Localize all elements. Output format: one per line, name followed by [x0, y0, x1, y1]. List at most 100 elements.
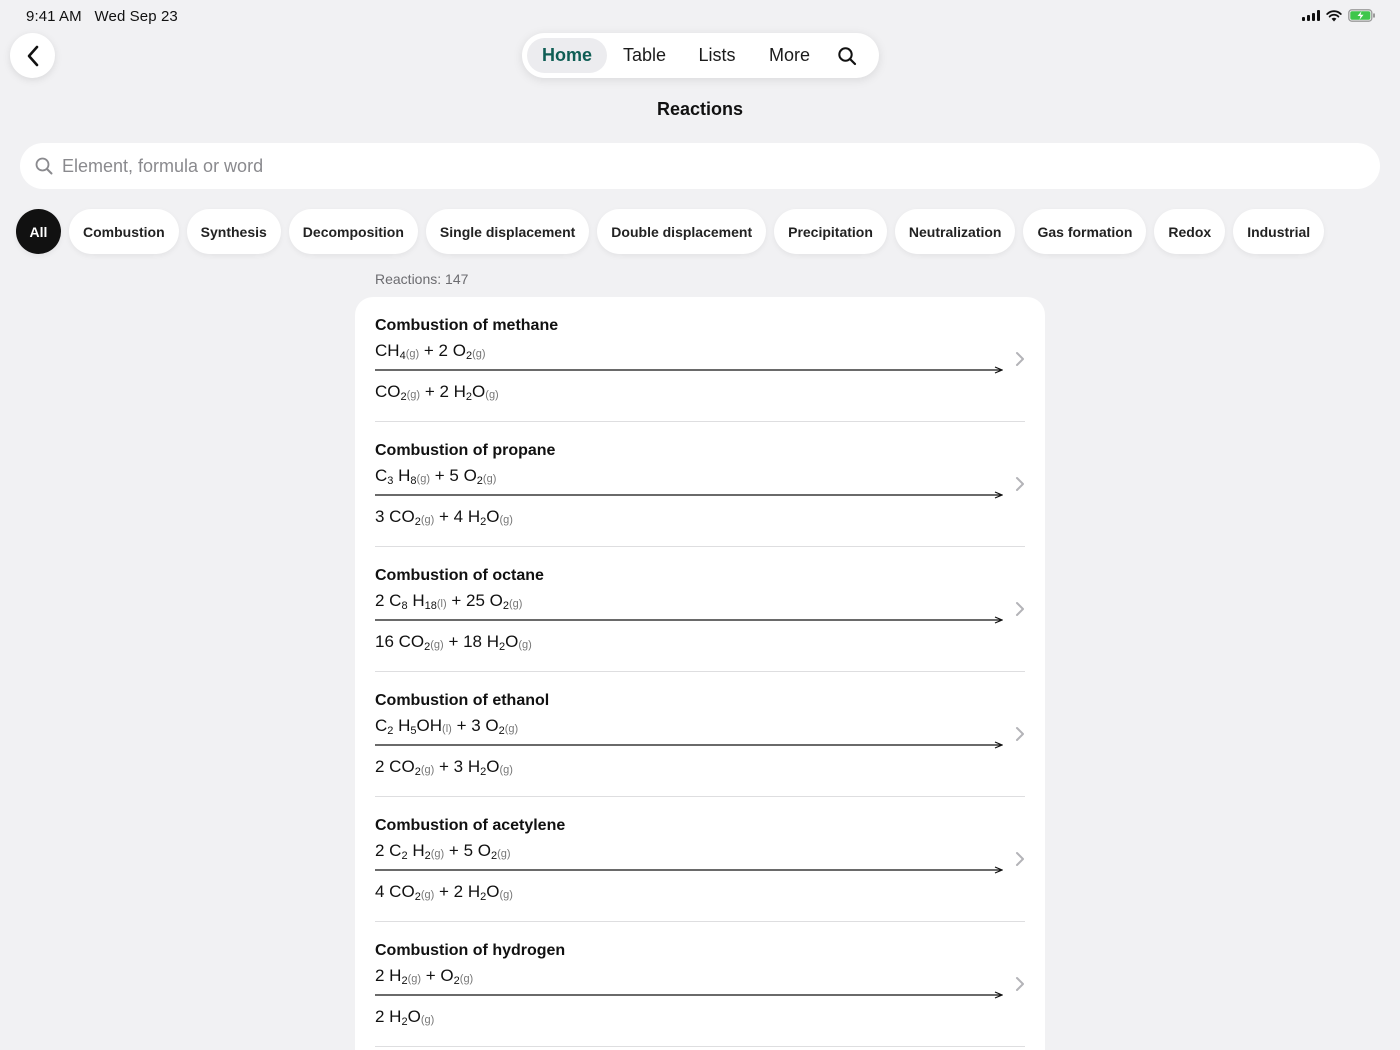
formula-suffix: O(g) — [505, 632, 532, 651]
reaction-reactants: C3 H8(g) + 5 O2(g) — [375, 466, 496, 487]
filter-chip-combustion[interactable]: Combustion — [69, 209, 179, 254]
formula-part: + 2 H2O(g) — [425, 382, 499, 403]
formula-symbol: + 3 O — [456, 716, 499, 735]
filter-chip-industrial[interactable]: Industrial — [1233, 209, 1325, 254]
status-time: 9:41 AM Wed Sep 23 — [26, 8, 178, 25]
formula-symbol: + 2 H — [439, 882, 481, 901]
reaction-reactants: 2 C2 H2(g) + 5 O2(g) — [375, 841, 511, 862]
formula-suffix: (g) — [430, 639, 444, 651]
search-bar[interactable] — [20, 143, 1380, 189]
reaction-products: CO2(g) + 2 H2O(g) — [375, 382, 499, 403]
formula-symbol: 3 CO — [375, 507, 415, 526]
filter-chip-synthesis[interactable]: Synthesis — [186, 209, 281, 254]
formula-symbol: C — [375, 466, 388, 485]
formula-symbol: + 25 O — [451, 591, 503, 610]
formula-suffix: (l) — [436, 598, 447, 610]
reaction-row[interactable]: Combustion of propane C3 H8(g) + 5 O2(g) 3… — [375, 422, 1025, 547]
chevron-right-icon — [1016, 602, 1024, 616]
reaction-reactants: CH4(g) + 2 O2(g) — [375, 341, 486, 362]
filter-chip-decomposition[interactable]: Decomposition — [288, 209, 418, 254]
formula-part: + 5 O2(g) — [449, 841, 511, 862]
reaction-row[interactable]: Combustion of methane CH4(g) + 2 O2(g) CO2… — [375, 297, 1025, 422]
formula-symbol: CO — [375, 382, 401, 401]
chevron-right-icon — [1016, 852, 1024, 866]
formula-suffix: (g) — [420, 764, 435, 776]
reaction-name: Combustion of methane — [375, 317, 559, 334]
status-date: Wed Sep 23 — [94, 8, 178, 25]
formula-suffix: (g) — [420, 514, 435, 526]
formula-suffix: O(g) — [486, 757, 513, 776]
formula-suffix: O(g) — [486, 882, 513, 901]
formula-symbol: + O — [425, 966, 454, 985]
filter-chip-single-displacement[interactable]: Single displacement — [425, 209, 590, 254]
back-button[interactable] — [10, 33, 55, 78]
formula-part: + 3 O2(g) — [456, 716, 519, 737]
filter-chips: All Combustion Synthesis Decomposition S… — [16, 209, 1325, 255]
reaction-row[interactable]: Combustion of acetylene 2 C2 H2(g) + 5 O2… — [375, 797, 1025, 922]
formula-symbol: + 5 O — [434, 466, 477, 485]
reaction-products: 16 CO2(g) + 18 H2O(g) — [375, 632, 532, 653]
filter-chip-gas-formation[interactable]: Gas formation — [1023, 209, 1147, 254]
formula-part: + 18 H2O(g) — [448, 632, 532, 653]
reaction-row[interactable]: Combustion of hydrogen 2 H2(g) + O2(g) 2 H… — [375, 922, 1025, 1047]
formula-suffix: O(g) — [407, 1007, 435, 1026]
formula-suffix: (g) — [504, 723, 519, 735]
formula-symbol: H — [412, 591, 425, 610]
formula-symbol: 2 C — [375, 591, 402, 610]
formula-symbol: + 2 O — [423, 341, 466, 360]
formula-symbol: 4 CO — [375, 882, 415, 901]
reaction-arrow-icon — [375, 741, 1003, 749]
formula-part: 4 CO2(g) — [375, 882, 435, 903]
formula-symbol: + 18 H — [448, 632, 500, 651]
search-icon — [838, 46, 857, 65]
reaction-row[interactable]: Combustion of ethanol C2 H5OH(l) + 3 O2(g… — [375, 672, 1025, 797]
filter-chip-redox[interactable]: Redox — [1154, 209, 1226, 254]
formula-part: 3 CO2(g) — [375, 507, 435, 528]
formula-symbol: CH — [375, 341, 400, 360]
formula-part: + O2(g) — [425, 966, 473, 987]
formula-part: 16 CO2(g) — [375, 632, 444, 653]
reaction-row[interactable]: Combustion of octane 2 C8 H18(l) + 25 O2(… — [375, 547, 1025, 672]
nav-search-button[interactable] — [827, 38, 867, 73]
cellular-signal-icon — [1302, 10, 1320, 21]
formula-suffix: (g) — [472, 348, 486, 360]
formula-subscript: 18 — [424, 600, 437, 612]
formula-part: CH4(g) — [375, 341, 420, 362]
search-input[interactable] — [62, 155, 1262, 177]
reaction-arrow-icon — [375, 366, 1003, 374]
formula-suffix: (g) — [509, 598, 523, 610]
formula-suffix: (g) — [407, 973, 422, 985]
formula-part: 2 H2O(g) — [375, 1007, 435, 1028]
filter-chip-neutralization[interactable]: Neutralization — [894, 209, 1016, 254]
tab-more[interactable]: More — [752, 38, 827, 73]
filter-chip-all[interactable]: All — [16, 209, 61, 254]
formula-part: C2 — [375, 716, 393, 737]
formula-suffix: (g) — [420, 889, 435, 901]
formula-symbol: 2 CO — [375, 757, 415, 776]
reaction-reactants: C2 H5OH(l) + 3 O2(g) — [375, 716, 518, 737]
formula-part: CO2(g) — [375, 382, 420, 403]
formula-part: H8(g) — [398, 466, 430, 487]
chevron-right-icon — [1016, 977, 1024, 991]
reaction-arrow-icon — [375, 866, 1003, 874]
formula-subscript: 2 — [401, 850, 408, 862]
reaction-products: 2 H2O(g) — [375, 1007, 434, 1028]
formula-symbol: 2 C — [375, 841, 402, 860]
filter-chip-precipitation[interactable]: Precipitation — [774, 209, 887, 254]
search-icon — [35, 157, 53, 175]
reaction-name: Combustion of propane — [375, 442, 556, 459]
formula-part: + 5 O2(g) — [434, 466, 497, 487]
formula-suffix: OH(l) — [416, 716, 452, 735]
tab-home[interactable]: Home — [527, 38, 607, 73]
reaction-arrow-icon — [375, 991, 1003, 999]
formula-part: 2 H2(g) — [375, 966, 422, 987]
formula-suffix: (g) — [482, 473, 497, 485]
tab-lists[interactable]: Lists — [682, 38, 752, 73]
wifi-icon — [1326, 9, 1342, 22]
tab-table[interactable]: Table — [607, 38, 682, 73]
filter-chip-double-displacement[interactable]: Double displacement — [597, 209, 767, 254]
formula-suffix: (g) — [405, 348, 420, 360]
chevron-right-icon — [1016, 477, 1024, 491]
formula-part: H5OH(l) — [398, 716, 452, 737]
reaction-products: 3 CO2(g) + 4 H2O(g) — [375, 507, 513, 528]
